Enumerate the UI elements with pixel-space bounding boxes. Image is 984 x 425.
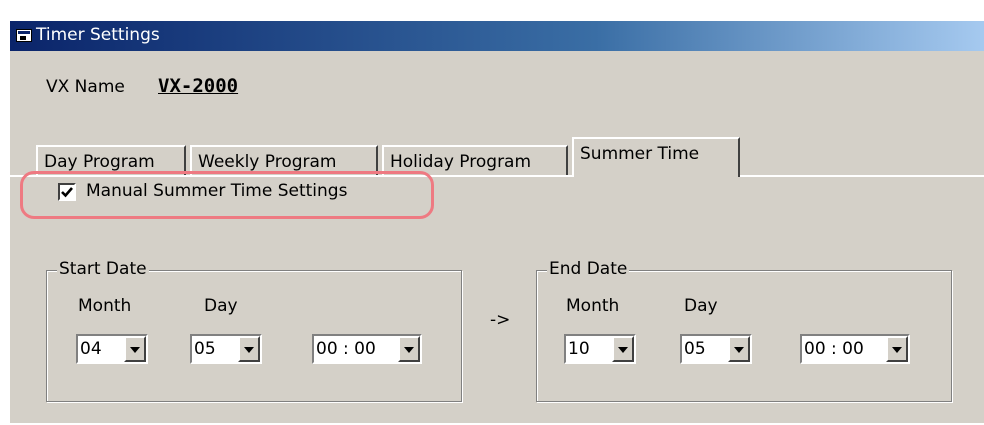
window-title: Timer Settings	[36, 25, 160, 45]
end-day-select[interactable]: 05	[680, 334, 752, 364]
chevron-down-icon[interactable]	[238, 336, 260, 362]
chevron-down-icon[interactable]	[612, 336, 634, 362]
start-month-label: Month	[78, 296, 132, 316]
tab-summer-time[interactable]: Summer Time	[572, 137, 740, 177]
chevron-down-icon[interactable]	[728, 336, 750, 362]
checkmark-icon	[61, 187, 73, 198]
end-month-label: Month	[566, 296, 620, 316]
vx-name-value: VX-2000	[158, 75, 239, 97]
end-day-value: 05	[684, 339, 706, 359]
end-time-select[interactable]: 00 : 00	[800, 334, 910, 364]
start-month-value: 04	[80, 339, 102, 359]
start-day-select[interactable]: 05	[190, 334, 262, 364]
tab-label: Summer Time	[580, 144, 700, 164]
start-date-title: Start Date	[57, 259, 149, 279]
chevron-down-icon[interactable]	[398, 336, 420, 362]
range-arrow: ->	[490, 310, 511, 330]
end-time-value: 00 : 00	[804, 339, 864, 359]
start-day-value: 05	[194, 339, 216, 359]
start-time-select[interactable]: 00 : 00	[312, 334, 422, 364]
window-icon	[16, 29, 32, 42]
manual-summer-time-label[interactable]: Manual Summer Time Settings	[86, 181, 347, 201]
start-month-select[interactable]: 04	[76, 334, 148, 364]
start-time-value: 00 : 00	[316, 339, 376, 359]
vx-name-label: VX Name	[46, 77, 125, 97]
chevron-down-icon[interactable]	[886, 336, 908, 362]
tab-label: Weekly Program	[198, 152, 337, 172]
end-day-label: Day	[684, 296, 718, 316]
title-bar[interactable]: Timer Settings	[10, 21, 984, 51]
end-date-title: End Date	[547, 259, 630, 279]
manual-summer-time-checkbox[interactable]	[58, 183, 76, 201]
end-month-value: 10	[568, 339, 590, 359]
chevron-down-icon[interactable]	[124, 336, 146, 362]
start-day-label: Day	[204, 296, 238, 316]
tab-label: Day Program	[44, 152, 155, 172]
tab-label: Holiday Program	[390, 152, 532, 172]
end-month-select[interactable]: 10	[564, 334, 636, 364]
